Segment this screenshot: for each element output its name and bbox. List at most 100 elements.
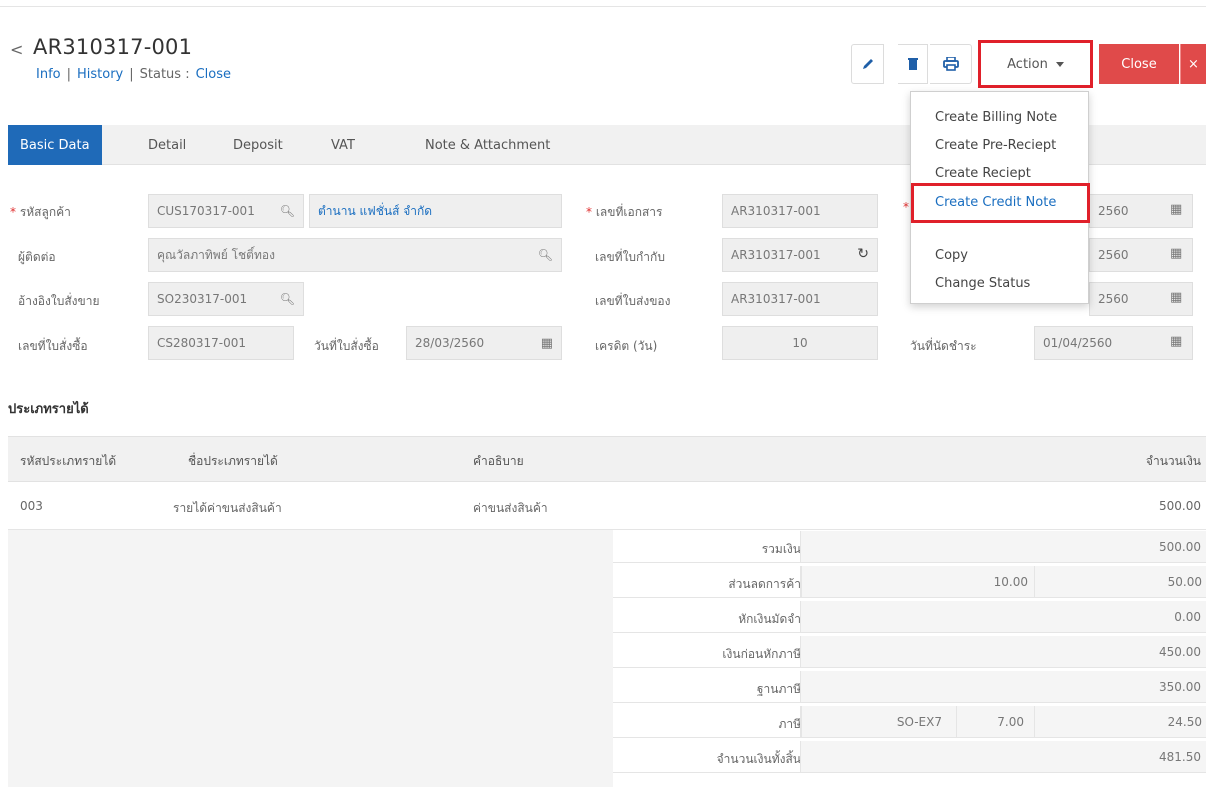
doc-date-required-mark: * bbox=[903, 200, 909, 214]
refresh-icon[interactable]: ↻ bbox=[857, 246, 869, 262]
col-revenue-name: ชื่อประเภทรายได้ bbox=[188, 454, 278, 468]
summary-tax-base-row: ฐานภาษี 350.00 bbox=[613, 671, 1206, 703]
summary-tax-base-value: 350.00 bbox=[1159, 680, 1201, 694]
discount-percent-cell[interactable]: 10.00 bbox=[801, 566, 1034, 597]
close-button[interactable]: Close bbox=[1099, 44, 1179, 84]
calendar-icon[interactable]: ▦ bbox=[1170, 202, 1182, 217]
calendar-icon[interactable]: ▦ bbox=[1170, 290, 1182, 305]
delivery-no-label: เลขที่ใบส่งของ bbox=[595, 294, 671, 308]
summary-total-row: รวมเงิน 500.00 bbox=[613, 531, 1206, 563]
caret-down-icon bbox=[1055, 61, 1064, 67]
action-label: Action bbox=[1007, 56, 1048, 72]
calendar-icon[interactable]: ▦ bbox=[1170, 246, 1182, 261]
menu-create-receipt[interactable]: Create Reciept bbox=[935, 166, 1031, 181]
search-icon[interactable]: 🔍︎ bbox=[538, 248, 553, 262]
tab-vat[interactable]: VAT bbox=[331, 125, 355, 165]
doc-date-value: 2560 bbox=[1098, 204, 1129, 218]
contact-label: ผู้ติดต่อ bbox=[18, 250, 56, 264]
tax-amount-cell: 24.50 bbox=[1034, 706, 1206, 737]
menu-copy[interactable]: Copy bbox=[935, 248, 968, 263]
col-amount: จำนวนเงิน bbox=[1145, 454, 1201, 468]
summary-grand-total-value: 481.50 bbox=[1159, 750, 1201, 764]
po-date-field[interactable]: 28/03/2560 ▦ bbox=[406, 326, 562, 360]
menu-change-status[interactable]: Change Status bbox=[935, 276, 1030, 291]
contact-field[interactable]: คุณวัลภาทิพย์ โชติ์ทอง 🔍︎ bbox=[148, 238, 562, 272]
search-icon[interactable]: 🔍︎ bbox=[280, 292, 295, 306]
menu-create-billing-note[interactable]: Create Billing Note bbox=[935, 110, 1057, 125]
tab-detail[interactable]: Detail bbox=[148, 125, 186, 165]
discount-amount-cell: 50.00 bbox=[1034, 566, 1206, 597]
tax-invoice-field[interactable]: AR310317-001 ↻ bbox=[722, 238, 878, 272]
summary-discount-box: 10.00 50.00 bbox=[800, 566, 1206, 597]
discount-amount-value: 50.00 bbox=[1167, 575, 1202, 589]
search-icon[interactable]: 🔍︎ bbox=[280, 204, 295, 218]
action-button[interactable]: Action bbox=[987, 47, 1084, 81]
customer-code-value: CUS170317-001 bbox=[157, 204, 255, 218]
tax-code-value: SO-EX7 bbox=[896, 715, 942, 729]
col-description: คำอธิบาย bbox=[473, 454, 524, 468]
calendar-icon[interactable]: ▦ bbox=[1170, 334, 1182, 349]
row-description: ค่าขนส่งสินค้า bbox=[473, 501, 548, 515]
edit-button[interactable] bbox=[851, 44, 884, 84]
summary-tax-box: SO-EX7 7.00 24.50 bbox=[800, 706, 1206, 737]
summary-before-tax-box: 450.00 bbox=[800, 636, 1206, 667]
menu-create-credit-note[interactable]: Create Credit Note bbox=[911, 183, 1090, 223]
close-x-icon[interactable]: × bbox=[1180, 44, 1206, 84]
doc-no-field: AR310317-001 bbox=[722, 194, 878, 228]
po-no-field[interactable]: CS280317-001 bbox=[148, 326, 294, 360]
tax-rate-cell: 7.00 bbox=[956, 706, 1034, 737]
tab-deposit[interactable]: Deposit bbox=[233, 125, 283, 165]
back-chevron-icon[interactable]: < bbox=[10, 40, 23, 59]
tax-invoice-label: เลขที่ใบกำกับ bbox=[595, 250, 665, 264]
customer-code-field[interactable]: CUS170317-001 🔍︎ bbox=[148, 194, 304, 228]
page-title: AR310317-001 bbox=[33, 35, 193, 59]
summary-total-value: 500.00 bbox=[1159, 540, 1201, 554]
history-link[interactable]: History bbox=[77, 67, 123, 82]
tax-rate-value: 7.00 bbox=[997, 715, 1024, 729]
so-ref-field[interactable]: SO230317-001 🔍︎ bbox=[148, 282, 304, 316]
customer-name-field: ตำนาน แฟชั่นส์ จำกัด bbox=[309, 194, 562, 228]
tax-amount-value: 24.50 bbox=[1167, 715, 1202, 729]
summary-tax-base-label: ฐานภาษี bbox=[756, 682, 801, 696]
row-amount: 500.00 bbox=[1159, 499, 1201, 513]
credit-days-label: เครดิต (วัน) bbox=[595, 339, 658, 353]
menu-create-pre-receipt[interactable]: Create Pre-Reciept bbox=[935, 138, 1056, 153]
po-date-label: วันที่ใบสั่งซื้อ bbox=[314, 339, 379, 353]
due-date-label: วันที่นัดชำระ bbox=[910, 339, 977, 353]
summary-total-label: รวมเงิน bbox=[761, 542, 801, 556]
summary-deposit-box: 0.00 bbox=[800, 601, 1206, 632]
summary-grand-total-box: 481.50 bbox=[800, 741, 1206, 772]
status-label: Status : bbox=[139, 67, 190, 82]
summary-deposit-row: หักเงินมัดจำ 0.00 bbox=[613, 601, 1206, 633]
summary-grand-total-row: จำนวนเงินทั้งสิ้น 481.50 bbox=[613, 741, 1206, 773]
summary-before-tax-value: 450.00 bbox=[1159, 645, 1201, 659]
tax-code-cell[interactable]: SO-EX7 bbox=[801, 706, 956, 737]
summary-tax-label: ภาษี bbox=[778, 717, 801, 731]
summary-total-box: 500.00 bbox=[800, 531, 1206, 562]
revenue-section-title: ประเภทรายได้ bbox=[8, 402, 89, 417]
date-value-2: 2560 bbox=[1098, 248, 1129, 262]
printer-icon bbox=[942, 57, 959, 71]
tab-note-attachment[interactable]: Note & Attachment bbox=[425, 125, 550, 165]
summary-deposit-label: หักเงินมัดจำ bbox=[738, 612, 801, 626]
tab-basic-data[interactable]: Basic Data bbox=[8, 125, 102, 165]
credit-days-field[interactable]: 10 bbox=[722, 326, 878, 360]
po-no-label: เลขที่ใบสั่งซื้อ bbox=[18, 339, 88, 353]
pencil-icon bbox=[862, 59, 873, 69]
revenue-table-header: รหัสประเภทรายได้ ชื่อประเภทรายได้ คำอธิบ… bbox=[8, 436, 1206, 482]
contact-value: คุณวัลภาทิพย์ โชติ์ทอง bbox=[157, 247, 275, 262]
po-date-value: 28/03/2560 bbox=[415, 336, 485, 350]
col-revenue-code: รหัสประเภทรายได้ bbox=[20, 454, 117, 468]
row-code: 003 bbox=[20, 499, 43, 513]
print-button[interactable] bbox=[930, 44, 972, 84]
action-dropdown-menu: Create Billing Note Create Pre-Reciept C… bbox=[910, 91, 1090, 304]
calendar-icon[interactable]: ▦ bbox=[541, 336, 553, 351]
summary-deposit-value: 0.00 bbox=[1174, 610, 1201, 624]
summary-left-blank bbox=[8, 530, 613, 787]
separator: | bbox=[66, 67, 71, 82]
delete-button[interactable] bbox=[898, 44, 928, 84]
info-link[interactable]: Info bbox=[36, 67, 61, 82]
table-row[interactable]: 003 รายได้ค่าขนส่งสินค้า ค่าขนส่งสินค้า … bbox=[8, 482, 1206, 530]
status-value[interactable]: Close bbox=[196, 67, 231, 82]
top-divider bbox=[0, 6, 1206, 7]
